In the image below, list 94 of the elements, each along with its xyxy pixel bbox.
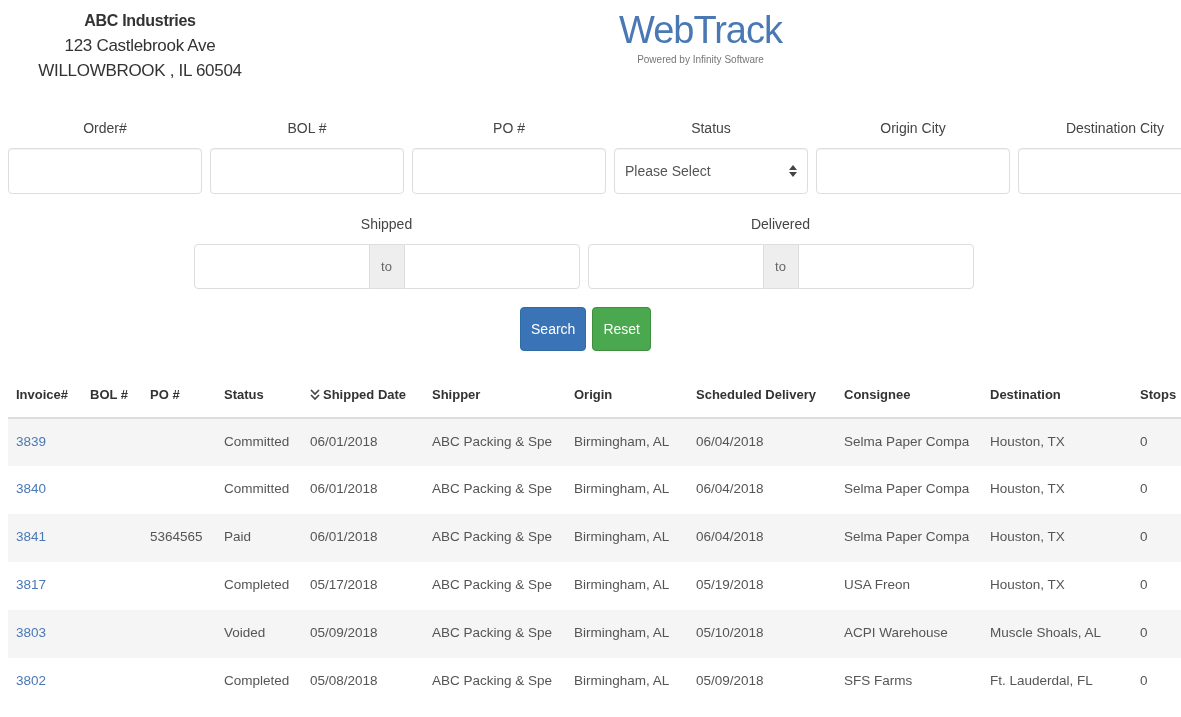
field-label: PO # bbox=[493, 119, 525, 138]
table-cell: Committed bbox=[224, 433, 290, 449]
range-separator: to bbox=[369, 244, 404, 289]
table-cell: ABC Packing & Spe bbox=[432, 625, 553, 641]
input-field[interactable] bbox=[210, 148, 404, 194]
table-cell: Selma Paper Compa bbox=[844, 433, 970, 449]
column-header[interactable]: PO # bbox=[150, 387, 180, 402]
field-label: Destination City bbox=[1065, 119, 1164, 138]
table-cell: ABC Packing & Spe bbox=[432, 577, 553, 593]
field-label: Origin City bbox=[880, 119, 946, 138]
table-cell: Selma Paper Compa bbox=[844, 529, 970, 545]
invoice-link[interactable]: 3803 bbox=[16, 625, 47, 641]
table-cell: 0 bbox=[1140, 673, 1148, 689]
table-cell: 05/08/2018 bbox=[310, 673, 378, 689]
column-header[interactable]: Destination bbox=[990, 387, 1061, 402]
table-cell: 5364565 bbox=[150, 529, 203, 545]
field-label: Delivered bbox=[750, 215, 811, 234]
table-cell: Selma Paper Compa bbox=[844, 481, 970, 497]
table-cell: 0 bbox=[1140, 433, 1148, 449]
table-cell: ACPI Warehouse bbox=[844, 625, 948, 641]
column-header[interactable]: Scheduled Delivery bbox=[696, 387, 816, 402]
sort-arrows-icon bbox=[789, 165, 797, 177]
invoice-link[interactable]: 3802 bbox=[16, 673, 47, 689]
column-header[interactable]: Origin bbox=[574, 387, 613, 402]
column-header[interactable]: Stops bbox=[1140, 387, 1177, 402]
input-field[interactable] bbox=[8, 148, 202, 194]
field-label: Status bbox=[691, 119, 731, 138]
invoice-link[interactable]: 3840 bbox=[16, 481, 47, 497]
table-cell: 06/04/2018 bbox=[696, 529, 764, 545]
table-cell: USA Freon bbox=[844, 577, 911, 593]
table-cell: 05/17/2018 bbox=[310, 577, 378, 593]
input-field[interactable] bbox=[816, 148, 1010, 194]
table-cell: 0 bbox=[1140, 577, 1148, 593]
table-cell: 05/09/2018 bbox=[696, 673, 764, 689]
table-cell: 06/01/2018 bbox=[310, 529, 378, 545]
table-cell: Muscle Shoals, AL bbox=[990, 625, 1102, 641]
table-cell: Birmingham, AL bbox=[574, 433, 670, 449]
table-cell: Completed bbox=[224, 673, 290, 689]
column-header[interactable]: Status bbox=[224, 387, 264, 402]
field-label: Shipped bbox=[360, 215, 413, 234]
table-cell: Birmingham, AL bbox=[574, 529, 670, 545]
table-cell: Birmingham, AL bbox=[574, 625, 670, 641]
input-field[interactable] bbox=[412, 148, 606, 194]
column-header[interactable]: Shipped Date bbox=[310, 387, 407, 402]
invoice-link[interactable]: 3841 bbox=[16, 529, 47, 545]
column-header[interactable]: Shipper bbox=[432, 387, 481, 402]
table-cell: Paid bbox=[224, 529, 252, 545]
invoice-link[interactable]: 3817 bbox=[16, 577, 47, 593]
column-header[interactable]: Consignee bbox=[844, 387, 911, 402]
date-field[interactable] bbox=[193, 244, 370, 289]
table-cell: Birmingham, AL bbox=[574, 673, 670, 689]
table-cell: 06/01/2018 bbox=[310, 481, 378, 497]
date-field[interactable] bbox=[587, 244, 764, 289]
field-label: Order# bbox=[83, 119, 127, 138]
table-cell: Birmingham, AL bbox=[574, 481, 670, 497]
table-cell: Completed bbox=[224, 577, 290, 593]
field-label: BOL # bbox=[287, 119, 327, 138]
status-select[interactable]: Please Select bbox=[614, 148, 808, 194]
table-cell: Houston, TX bbox=[990, 529, 1065, 545]
table-cell: 05/09/2018 bbox=[310, 625, 378, 641]
table-cell: SFS Farms bbox=[844, 673, 913, 689]
table-cell: ABC Packing & Spe bbox=[432, 481, 553, 497]
table-cell: Houston, TX bbox=[990, 577, 1065, 593]
date-field[interactable] bbox=[797, 244, 974, 289]
range-separator: to bbox=[763, 244, 798, 289]
table-cell: ABC Packing & Spe bbox=[432, 433, 553, 449]
date-field[interactable] bbox=[403, 244, 580, 289]
table-cell: 06/04/2018 bbox=[696, 481, 764, 497]
tagline-link[interactable]: Infinity Software bbox=[692, 54, 764, 65]
table-cell: 05/10/2018 bbox=[696, 625, 764, 641]
column-header[interactable]: BOL # bbox=[90, 387, 129, 402]
table-cell: 0 bbox=[1140, 481, 1148, 497]
company-name: ABC Industries bbox=[83, 11, 197, 31]
column-header[interactable]: Invoice# bbox=[16, 387, 69, 402]
table-cell: Houston, TX bbox=[990, 481, 1065, 497]
table-cell: Voided bbox=[224, 625, 266, 641]
app-logo-text: WebTrack bbox=[618, 8, 782, 52]
invoice-link[interactable]: 3839 bbox=[16, 433, 47, 449]
address-line: WILLOWBROOK , IL 60504 bbox=[37, 60, 243, 82]
tagline: Powered by bbox=[637, 54, 690, 65]
table-cell: 0 bbox=[1140, 625, 1148, 641]
table-cell: Ft. Lauderdal, FL bbox=[990, 673, 1093, 689]
table-cell: Committed bbox=[224, 481, 290, 497]
table-cell: Houston, TX bbox=[990, 433, 1065, 449]
table-cell: 0 bbox=[1140, 529, 1148, 545]
input-field[interactable] bbox=[1018, 148, 1181, 194]
table-cell: ABC Packing & Spe bbox=[432, 673, 553, 689]
table-cell: ABC Packing & Spe bbox=[432, 529, 553, 545]
table-cell: 06/01/2018 bbox=[310, 433, 378, 449]
address-line: 123 Castlebrook Ave bbox=[63, 35, 217, 57]
table-cell: Birmingham, AL bbox=[574, 577, 670, 593]
table-cell: 06/04/2018 bbox=[696, 433, 764, 449]
search-button[interactable]: Search bbox=[520, 307, 587, 351]
table-cell: 05/19/2018 bbox=[696, 577, 764, 593]
